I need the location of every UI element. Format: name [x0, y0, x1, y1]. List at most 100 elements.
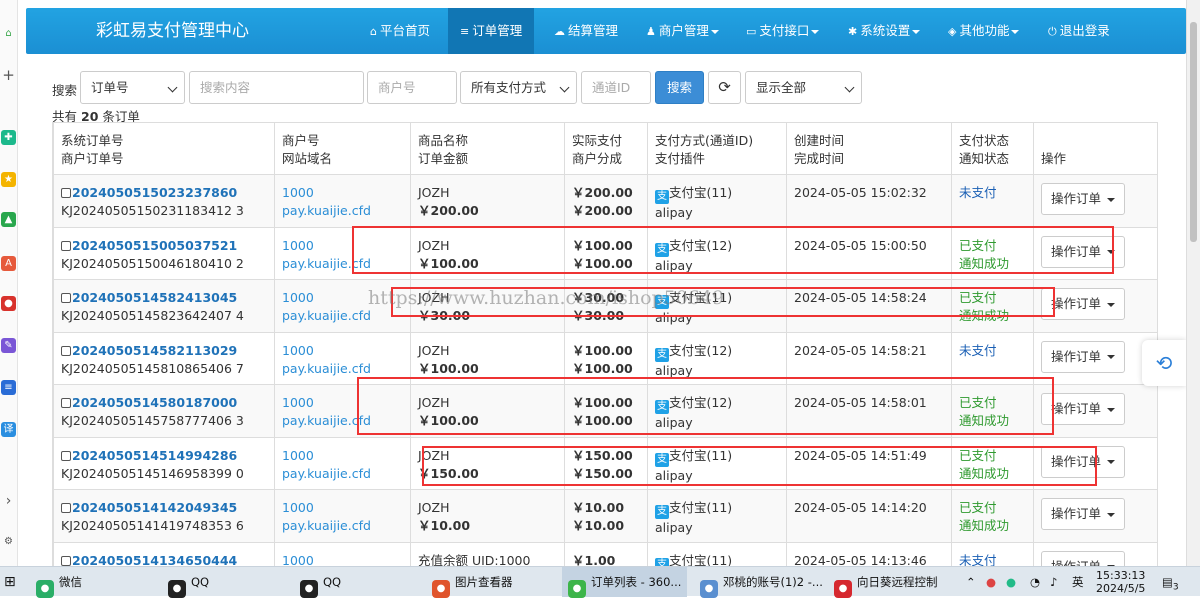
- order-actions-button[interactable]: 操作订单: [1041, 393, 1125, 425]
- app-icon[interactable]: ✚: [1, 130, 16, 145]
- domain-link[interactable]: pay.kuaijie.cfd: [282, 360, 403, 378]
- volume-icon[interactable]: ♪: [1050, 567, 1057, 597]
- domain-link[interactable]: pay.kuaijie.cfd: [282, 255, 403, 273]
- trade-no-link[interactable]: 2024050514582413045: [72, 290, 237, 305]
- scrollbar-thumb[interactable]: [1190, 22, 1197, 242]
- merchant-id-link[interactable]: 1000: [282, 394, 403, 412]
- row-checkbox[interactable]: [61, 555, 71, 566]
- domain-link[interactable]: pay.kuaijie.cfd: [282, 517, 403, 535]
- search-button[interactable]: 搜索: [655, 71, 704, 104]
- nav-other-functions[interactable]: ◈ 其他功能: [948, 8, 1020, 54]
- header-line: 通知状态: [959, 151, 1010, 166]
- trade-no-link[interactable]: 2024050515005037521: [72, 238, 237, 253]
- nav-logout[interactable]: ⏻ 退出登录: [1048, 8, 1110, 54]
- nav-orders[interactable]: ≡ 订单管理: [448, 8, 535, 54]
- orders-table: 系统订单号 商户订单号 商户号 网站域名 商品名称 订单金额 实际支付 商户分成 支付方…: [53, 122, 1157, 567]
- merchant-share: ￥150.00: [572, 465, 633, 481]
- search-field-select[interactable]: 订单号: [80, 71, 185, 104]
- taskbar-item-browser-360[interactable]: ● 订单列表 - 360...: [562, 567, 688, 598]
- merchant-id-link[interactable]: 1000: [282, 342, 403, 360]
- paint-icon[interactable]: ✎: [1, 338, 16, 353]
- merchant-id-link[interactable]: 1000: [282, 237, 403, 255]
- trade-no-link[interactable]: 2024050515023237860: [72, 185, 237, 200]
- translate-icon[interactable]: 译: [1, 422, 16, 437]
- vertical-scrollbar[interactable]: [1186, 0, 1200, 566]
- nav-payment-interface[interactable]: ▭ 支付接口: [746, 8, 820, 54]
- clock-date: 2024/5/5: [1096, 582, 1146, 595]
- search-content-input[interactable]: 搜索内容: [189, 71, 364, 104]
- pay-type: 支付宝(11): [669, 185, 733, 200]
- merchant-id-link[interactable]: 1000: [282, 447, 403, 465]
- nav-settlement[interactable]: ☁ 结算管理: [554, 8, 618, 54]
- taskbar-item-wechat[interactable]: ● 微信: [36, 567, 82, 598]
- pay-status: 已支付: [959, 500, 997, 515]
- taskbar-item-image-viewer[interactable]: ● 图片查看器: [432, 567, 513, 598]
- domain-link[interactable]: pay.kuaijie.cfd: [282, 202, 403, 220]
- trade-no-link[interactable]: 2024050514580187000: [72, 395, 237, 410]
- float-assistant-icon[interactable]: ⟲: [1142, 340, 1186, 386]
- clock[interactable]: 15:33:13 2024/5/5: [1096, 569, 1145, 595]
- row-checkbox[interactable]: [61, 503, 71, 513]
- row-checkbox[interactable]: [61, 240, 71, 251]
- ai-app-icon[interactable]: A: [1, 256, 16, 271]
- pay-type-select[interactable]: 所有支付方式: [460, 71, 577, 104]
- tray-chevron-up-icon[interactable]: ⌃: [966, 567, 976, 597]
- order-actions-button[interactable]: 操作订单: [1041, 498, 1125, 530]
- merchant-id-link[interactable]: 1000: [282, 499, 403, 517]
- refresh-icon[interactable]: ⟳: [708, 71, 741, 104]
- domain-link[interactable]: pay.kuaijie.cfd: [282, 307, 403, 325]
- header-line: 支付状态: [959, 133, 1010, 148]
- row-checkbox[interactable]: [61, 345, 71, 356]
- trade-no-link[interactable]: 2024050514142049345: [72, 500, 237, 515]
- cell-status: 未支付: [951, 541, 1034, 566]
- row-checkbox[interactable]: [61, 450, 71, 461]
- pay-status: 已支付: [959, 237, 997, 253]
- merchant-id-link[interactable]: 1000: [282, 184, 403, 202]
- order-actions-button[interactable]: 操作订单: [1041, 235, 1125, 268]
- star-icon[interactable]: ★: [1, 172, 16, 187]
- nav-system-settings[interactable]: ✱ 系统设置: [848, 8, 921, 54]
- domain-link[interactable]: pay.kuaijie.cfd: [282, 412, 403, 430]
- channel-id-input[interactable]: 通道ID: [581, 71, 651, 104]
- taskbar-label: 邓桃的账号(1)2 -...: [723, 575, 823, 589]
- doc-app-icon[interactable]: ≡: [1, 380, 16, 395]
- domain-link[interactable]: pay.kuaijie.cfd: [282, 465, 403, 483]
- merchant-id-input[interactable]: 商户号: [367, 71, 457, 104]
- trade-no-link[interactable]: 2024050514134650444: [72, 553, 237, 567]
- plus-icon[interactable]: +: [1, 68, 16, 83]
- order-actions-button[interactable]: 操作订单: [1041, 340, 1125, 373]
- merchant-id-link[interactable]: 1000: [282, 552, 403, 567]
- row-checkbox[interactable]: [61, 188, 71, 198]
- caret-down-icon: [1107, 250, 1115, 254]
- taskbar-item-qq-1[interactable]: ● QQ: [168, 567, 209, 598]
- nav-home[interactable]: ⌂ 平台首页: [370, 8, 430, 54]
- input-method-label[interactable]: 英: [1072, 567, 1084, 597]
- trade-no-link[interactable]: 2024050514514994286: [72, 448, 237, 463]
- nav-merchants[interactable]: ♟ 商户管理: [646, 8, 719, 54]
- notification-icon[interactable]: ▤3: [1162, 567, 1179, 597]
- tray-app-icon[interactable]: ●: [986, 567, 996, 597]
- taskbar-item-qq-2[interactable]: ● QQ: [300, 567, 341, 598]
- taskbar-item-sunflower[interactable]: ● 向日葵远程控制: [834, 567, 938, 598]
- settings-icon[interactable]: ⚙: [1, 534, 16, 549]
- order-actions-button[interactable]: 操作订单: [1041, 183, 1125, 215]
- row-checkbox[interactable]: [61, 398, 71, 408]
- home-icon[interactable]: ⌂: [1, 26, 16, 41]
- start-button[interactable]: ⊞: [4, 567, 16, 597]
- cell-product: JOZH ￥150.00: [410, 436, 565, 490]
- tray-app-icon[interactable]: ●: [1006, 567, 1016, 597]
- chevron-right-icon[interactable]: ›: [1, 494, 16, 509]
- display-filter-select[interactable]: 显示全部: [745, 71, 862, 104]
- row-checkbox[interactable]: [61, 293, 71, 303]
- network-icon[interactable]: ◔: [1030, 567, 1040, 597]
- order-actions-button[interactable]: 操作订单: [1041, 445, 1125, 478]
- ai-tool-icon[interactable]: ●: [1, 296, 16, 311]
- brand-title[interactable]: 彩虹易支付管理中心: [96, 8, 249, 54]
- image-app-icon[interactable]: ▲: [1, 212, 16, 227]
- taskbar-item-notepad[interactable]: ● 邓桃的账号(1)2 -...: [700, 567, 823, 598]
- trade-no-link[interactable]: 2024050514582113029: [72, 343, 237, 358]
- order-actions-button[interactable]: 操作订单: [1041, 288, 1125, 320]
- order-actions-button[interactable]: 操作订单: [1041, 550, 1125, 566]
- op-label: 操作订单: [1051, 243, 1102, 259]
- product-name: JOZH: [418, 237, 450, 253]
